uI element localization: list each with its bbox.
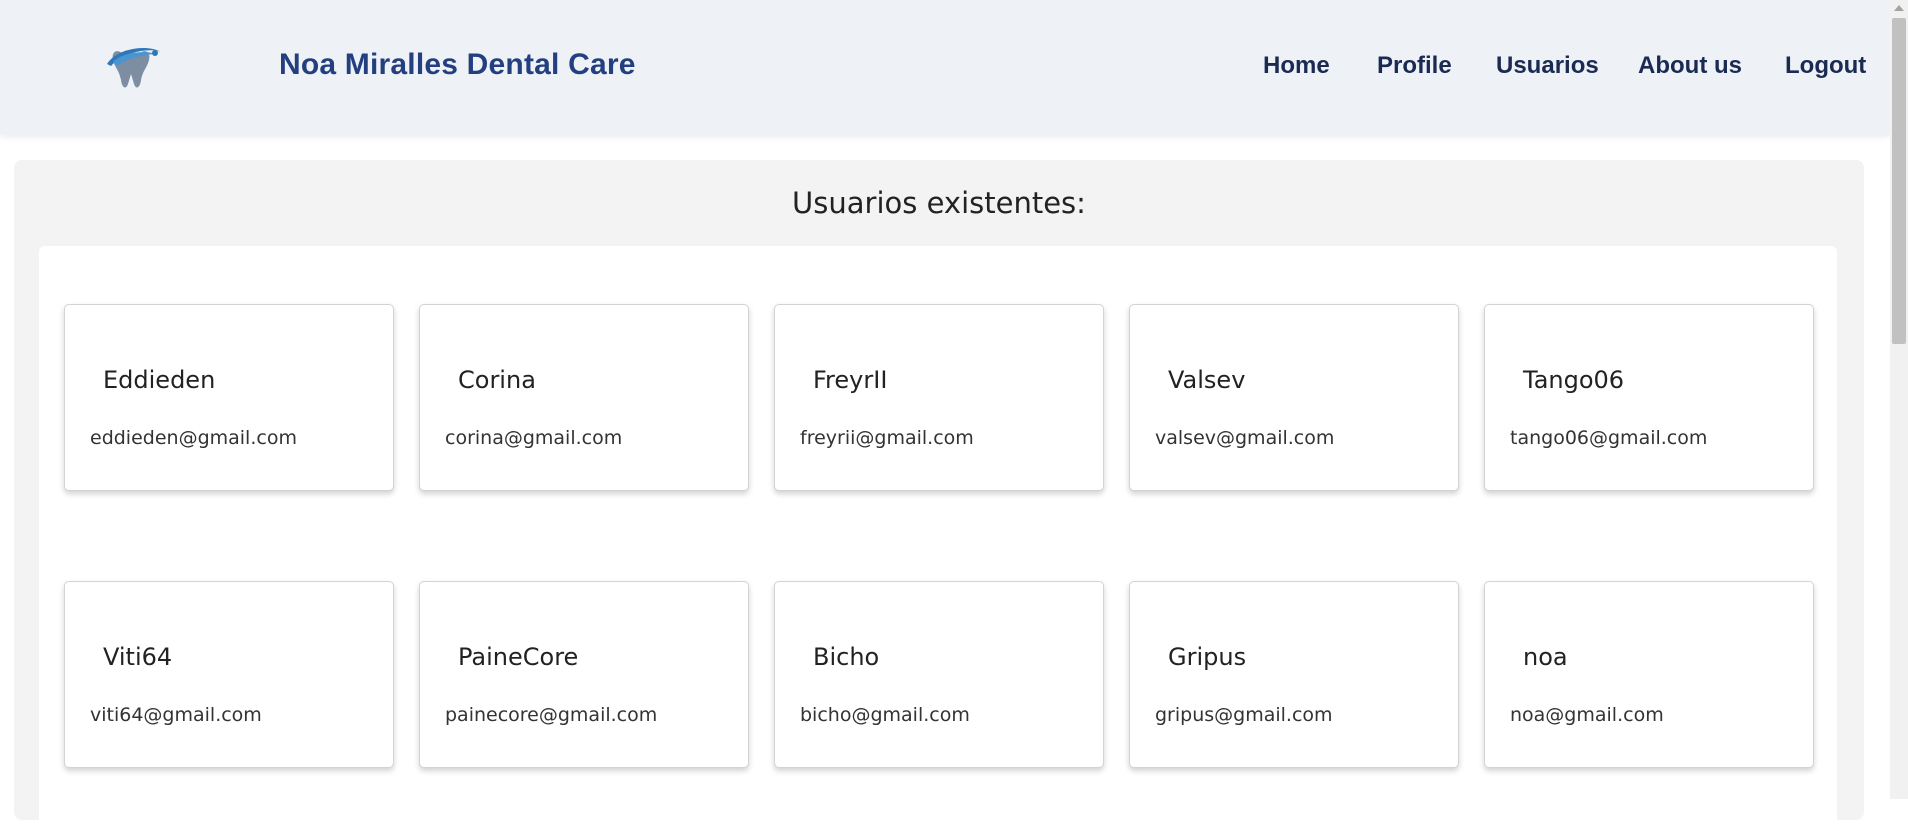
scroll-up-icon[interactable] <box>1894 5 1904 11</box>
nav-usuarios[interactable]: Usuarios <box>1496 52 1599 80</box>
user-card[interactable]: FreyrII freyrii@gmail.com <box>774 304 1104 491</box>
user-name: PaineCore <box>458 643 579 671</box>
user-card[interactable]: PaineCore painecore@gmail.com <box>419 581 749 768</box>
main-nav: Home Profile Usuarios About us Logout <box>0 52 1890 92</box>
user-card[interactable]: noa noa@gmail.com <box>1484 581 1814 768</box>
nav-about-us[interactable]: About us <box>1638 52 1742 80</box>
user-name: Viti64 <box>103 643 173 671</box>
vertical-scrollbar[interactable] <box>1890 0 1908 799</box>
user-card[interactable]: Valsev valsev@gmail.com <box>1129 304 1459 491</box>
nav-profile[interactable]: Profile <box>1377 52 1452 80</box>
user-card[interactable]: Corina corina@gmail.com <box>419 304 749 491</box>
scrollbar-thumb[interactable] <box>1892 18 1906 344</box>
user-email: gripus@gmail.com <box>1155 704 1333 726</box>
user-email: valsev@gmail.com <box>1155 427 1335 449</box>
user-email: eddieden@gmail.com <box>90 427 297 449</box>
user-email: painecore@gmail.com <box>445 704 658 726</box>
user-name: noa <box>1523 643 1568 671</box>
user-email: bicho@gmail.com <box>800 704 970 726</box>
user-name: Bicho <box>813 643 880 671</box>
user-email: corina@gmail.com <box>445 427 623 449</box>
user-name: Corina <box>458 366 536 394</box>
nav-logout[interactable]: Logout <box>1785 52 1866 80</box>
user-name: Valsev <box>1168 366 1246 394</box>
user-card[interactable]: Eddieden eddieden@gmail.com <box>64 304 394 491</box>
user-card[interactable]: Gripus gripus@gmail.com <box>1129 581 1459 768</box>
user-name: Gripus <box>1168 643 1247 671</box>
user-name: Eddieden <box>103 366 216 394</box>
user-email: freyrii@gmail.com <box>800 427 974 449</box>
nav-home[interactable]: Home <box>1263 52 1330 80</box>
user-email: noa@gmail.com <box>1510 704 1664 726</box>
user-email: viti64@gmail.com <box>90 704 262 726</box>
user-card[interactable]: Viti64 viti64@gmail.com <box>64 581 394 768</box>
user-card[interactable]: Tango06 tango06@gmail.com <box>1484 304 1814 491</box>
site-header: Noa Miralles Dental Care Home Profile Us… <box>0 0 1890 135</box>
user-card[interactable]: Bicho bicho@gmail.com <box>774 581 1104 768</box>
user-email: tango06@gmail.com <box>1510 427 1708 449</box>
page-title: Usuarios existentes: <box>792 186 1086 220</box>
user-name: Tango06 <box>1523 366 1625 394</box>
user-name: FreyrII <box>813 366 888 394</box>
